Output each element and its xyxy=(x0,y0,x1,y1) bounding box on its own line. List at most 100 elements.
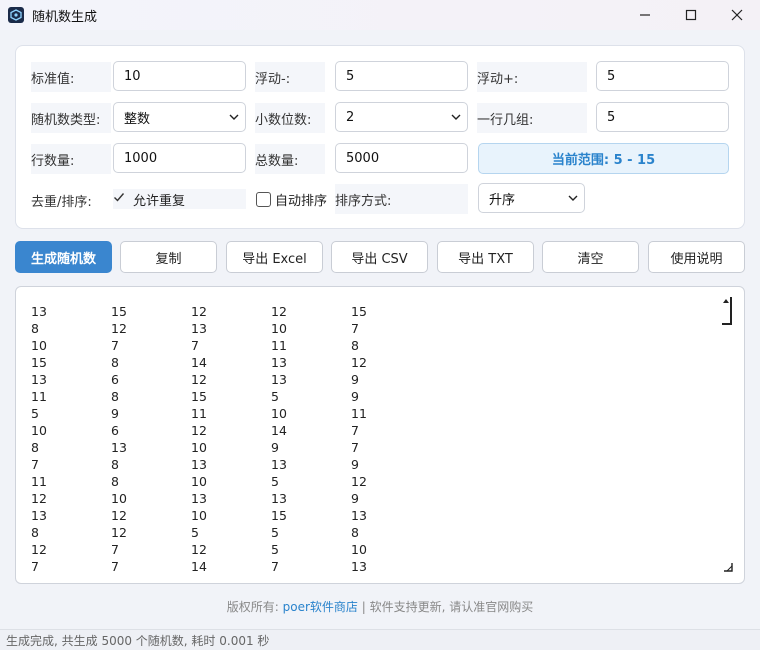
settings-panel: 标准值: 10 浮动-: 5 浮动+: 5 随机数类型: 整数 小数位数: 2 … xyxy=(15,45,745,229)
output-cell: 7 xyxy=(351,423,359,438)
total-label: 总数量: xyxy=(255,144,325,174)
output-cell: 5 xyxy=(191,525,199,540)
maximize-button[interactable] xyxy=(668,0,714,30)
output-cell: 12 xyxy=(351,355,367,370)
chevron-down-icon xyxy=(451,114,461,120)
output-cell: 11 xyxy=(31,474,47,489)
output-list: 13 15 12 12 15 8 12 13 10 7 10 7 7 11 8 15 8 14 13 12 13 6 12 1… xyxy=(31,303,431,575)
close-button[interactable] xyxy=(714,0,760,30)
generate-button[interactable]: 生成随机数 xyxy=(15,241,112,273)
output-cell: 7 xyxy=(111,559,119,574)
type-select[interactable]: 整数 xyxy=(113,102,246,132)
output-cell: 10 xyxy=(271,321,287,336)
output-cell: 15 xyxy=(351,304,367,319)
output-cell: 15 xyxy=(191,389,207,404)
output-row: 7 8 13 13 9 xyxy=(31,456,431,473)
float-plus-label: 浮动+: xyxy=(477,62,587,92)
export-csv-button[interactable]: 导出 CSV xyxy=(331,241,428,273)
clear-button[interactable]: 清空 xyxy=(542,241,639,273)
base-value-input[interactable]: 10 xyxy=(113,61,246,91)
copyright-footer: 版权所有: poer软件商店 | 软件支持更新, 请认准官网购买 xyxy=(0,598,760,615)
minimize-button[interactable] xyxy=(622,0,668,30)
output-cell: 7 xyxy=(111,542,119,557)
check-icon xyxy=(113,191,127,207)
sort-mode-label: 排序方式: xyxy=(335,184,468,214)
output-cell: 12 xyxy=(191,423,207,438)
help-button[interactable]: 使用说明 xyxy=(648,241,745,273)
output-cell: 11 xyxy=(351,406,367,421)
copyright-prefix: 版权所有: xyxy=(226,600,279,614)
minimize-icon xyxy=(640,14,650,16)
allow-duplicates-label: 允许重复 xyxy=(133,193,186,209)
decimals-label: 小数位数: xyxy=(255,103,325,133)
output-cell: 12 xyxy=(111,508,127,523)
auto-sort-label: 自动排序 xyxy=(275,193,328,209)
status-text: 生成完成, 共生成 5000 个随机数, 耗时 0.001 秒 xyxy=(6,633,270,648)
output-cell: 5 xyxy=(271,389,279,404)
output-cell: 10 xyxy=(351,542,367,557)
output-cell: 7 xyxy=(191,338,199,353)
auto-sort-option[interactable]: 自动排序 xyxy=(256,189,327,209)
total-input[interactable]: 5000 xyxy=(335,143,468,173)
output-cell: 13 xyxy=(351,508,367,523)
output-row: 13 12 10 15 13 xyxy=(31,507,431,524)
auto-sort-checkbox[interactable] xyxy=(256,191,271,207)
rows-input[interactable]: 1000 xyxy=(113,143,246,173)
output-cell: 12 xyxy=(191,304,207,319)
export-txt-button[interactable]: 导出 TXT xyxy=(437,241,534,273)
type-label: 随机数类型: xyxy=(31,103,111,133)
output-cell: 9 xyxy=(111,406,119,421)
output-row: 15 8 14 13 12 xyxy=(31,354,431,371)
copyright-suffix: | 软件支持更新, 请认准官网购买 xyxy=(357,600,534,614)
output-cell: 14 xyxy=(191,355,207,370)
copy-button[interactable]: 复制 xyxy=(120,241,217,273)
output-cell: 10 xyxy=(31,338,47,353)
per-row-label: 一行几组: xyxy=(477,103,587,133)
output-cell: 15 xyxy=(31,355,47,370)
output-cell: 10 xyxy=(31,423,47,438)
output-cell: 13 xyxy=(191,491,207,506)
output-cell: 13 xyxy=(271,457,287,472)
output-row: 8 12 13 10 7 xyxy=(31,320,431,337)
output-cell: 10 xyxy=(191,508,207,523)
export-excel-button[interactable]: 导出 Excel xyxy=(226,241,323,273)
output-cell: 8 xyxy=(351,525,359,540)
status-bar: 生成完成, 共生成 5000 个随机数, 耗时 0.001 秒 xyxy=(0,629,760,650)
output-cell: 13 xyxy=(31,372,47,387)
float-minus-label: 浮动-: xyxy=(255,62,325,92)
store-link[interactable]: poer软件商店 xyxy=(283,600,358,614)
output-cell: 5 xyxy=(31,406,39,421)
output-cell: 8 xyxy=(31,525,39,540)
float-minus-input[interactable]: 5 xyxy=(335,61,468,91)
output-cell: 10 xyxy=(271,406,287,421)
per-row-input[interactable]: 5 xyxy=(596,102,729,132)
output-row: 8 12 5 5 8 xyxy=(31,524,431,541)
type-select-value: 整数 xyxy=(124,111,151,127)
output-cell: 13 xyxy=(271,372,287,387)
allow-duplicates-option[interactable]: 允许重复 xyxy=(113,189,246,209)
sort-mode-select[interactable]: 升序 xyxy=(478,183,585,213)
output-cell: 12 xyxy=(271,304,287,319)
output-cell: 8 xyxy=(31,321,39,336)
scroll-up-icon[interactable] xyxy=(722,297,732,325)
float-plus-input[interactable]: 5 xyxy=(596,61,729,91)
resize-grip-icon[interactable] xyxy=(722,561,734,573)
output-cell: 5 xyxy=(271,474,279,489)
output-cell: 10 xyxy=(191,440,207,455)
output-cell: 9 xyxy=(351,491,359,506)
output-cell: 7 xyxy=(351,321,359,336)
output-cell: 8 xyxy=(351,338,359,353)
maximize-icon xyxy=(685,9,697,21)
output-textarea[interactable]: 13 15 12 12 15 8 12 13 10 7 10 7 7 11 8 15 8 14 13 12 13 6 12 1… xyxy=(15,286,745,584)
window-title: 随机数生成 xyxy=(32,9,98,25)
rows-label: 行数量: xyxy=(31,144,111,174)
output-cell: 13 xyxy=(31,508,47,523)
output-cell: 7 xyxy=(31,457,39,472)
output-row: 5 9 11 10 11 xyxy=(31,405,431,422)
output-cell: 6 xyxy=(111,423,119,438)
output-cell: 12 xyxy=(111,525,127,540)
output-row: 11 8 10 5 12 xyxy=(31,473,431,490)
decimals-select[interactable]: 2 xyxy=(335,102,468,132)
output-row: 8 13 10 9 7 xyxy=(31,439,431,456)
output-cell: 13 xyxy=(191,321,207,336)
